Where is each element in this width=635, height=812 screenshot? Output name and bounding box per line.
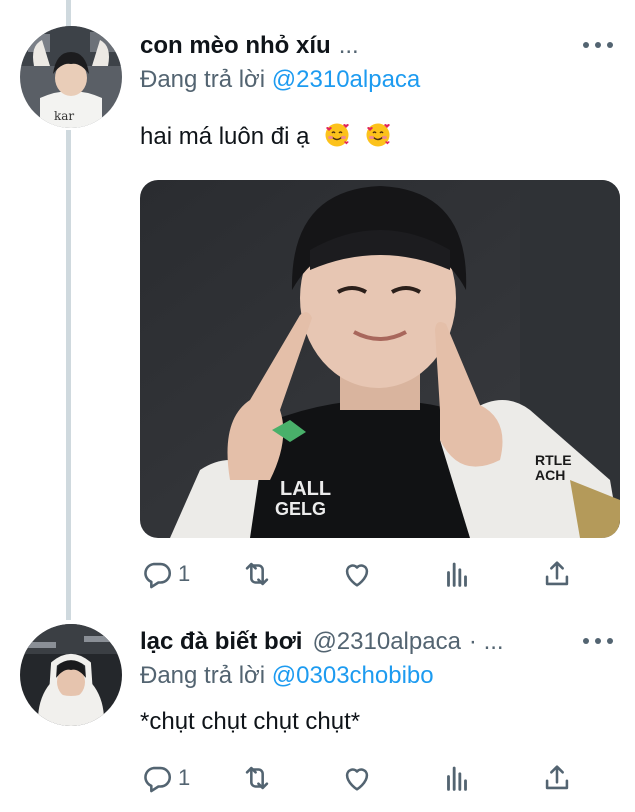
- smiling-face-with-hearts-icon: [366, 123, 390, 147]
- retweet-icon: [245, 562, 269, 586]
- share-icon: [545, 765, 569, 790]
- retweet-icon: [245, 766, 269, 790]
- reply-button[interactable]: 1: [140, 760, 190, 796]
- tweet-header: lạc đà biết bơi @2310alpaca · ...: [140, 626, 615, 658]
- svg-text:RTLE: RTLE: [535, 452, 572, 468]
- like-icon: [345, 564, 369, 587]
- more-icon[interactable]: [583, 32, 613, 58]
- reply-count: 1: [178, 765, 191, 790]
- like-icon: [345, 768, 369, 791]
- photo-person-pointing-cheeks: LALL GELG RTLE ACH: [140, 180, 620, 538]
- svg-text:ACH: ACH: [535, 467, 565, 483]
- replying-prefix: Đang trả lời: [140, 66, 266, 93]
- share-button[interactable]: [540, 556, 574, 592]
- reply-icon: [144, 562, 172, 589]
- reply-button[interactable]: 1: [140, 556, 190, 592]
- avatar[interactable]: [20, 624, 122, 726]
- analytics-button[interactable]: [440, 760, 474, 796]
- replying-to: Đang trả lời @0303chobibo: [140, 662, 434, 690]
- tweet[interactable]: lạc đà biết bơi @2310alpaca · ... Đang t…: [0, 620, 635, 812]
- tweet-header: con mèo nhỏ xíu ...: [140, 30, 615, 62]
- like-button[interactable]: [340, 760, 374, 796]
- avatar-photo: kar: [20, 26, 122, 128]
- tweet[interactable]: kar con mèo nhỏ xíu ... Đang trả lời @23…: [0, 0, 635, 600]
- replying-to: Đang trả lời @2310alpaca: [140, 66, 420, 94]
- analytics-button[interactable]: [440, 556, 474, 592]
- replying-to-mention[interactable]: @0303chobibo: [272, 662, 434, 689]
- tweet-media-photo[interactable]: LALL GELG RTLE ACH: [140, 180, 620, 538]
- reply-count: 1: [178, 561, 191, 586]
- tweet-actions: 1: [140, 556, 580, 592]
- more-icon[interactable]: [583, 628, 613, 654]
- tweet-text-content: *chụt chụt chụt chụt*: [140, 708, 361, 735]
- display-name[interactable]: lạc đà biết bơi: [140, 628, 302, 656]
- user-handle[interactable]: @2310alpaca: [312, 628, 460, 656]
- svg-text:kar: kar: [54, 109, 74, 123]
- tweet-actions: 1: [140, 760, 580, 796]
- avatar[interactable]: kar: [20, 26, 122, 128]
- like-button[interactable]: [340, 556, 374, 592]
- replying-prefix: Đang trả lời: [140, 662, 266, 689]
- svg-text:LALL: LALL: [280, 478, 331, 500]
- svg-text:GELG: GELG: [275, 499, 326, 519]
- analytics-icon: [447, 562, 467, 587]
- reply-icon: [144, 766, 172, 793]
- share-button[interactable]: [540, 760, 574, 796]
- tweet-text: *chụt chụt chụt chụt*: [140, 708, 360, 736]
- share-icon: [545, 561, 569, 586]
- avatar-photo: [20, 624, 122, 726]
- retweet-button[interactable]: [240, 760, 274, 796]
- tweet-text: hai má luôn đi ạ: [140, 122, 391, 151]
- replying-to-mention[interactable]: @2310alpaca: [272, 66, 420, 93]
- header-ellipsis: · ...: [468, 628, 504, 655]
- header-ellipsis: ...: [338, 32, 359, 59]
- analytics-icon: [447, 766, 467, 791]
- tweet-text-content: hai má luôn đi ạ: [140, 123, 310, 150]
- display-name[interactable]: con mèo nhỏ xíu: [140, 32, 331, 60]
- smiling-face-with-hearts-icon: [325, 123, 350, 147]
- retweet-button[interactable]: [240, 556, 274, 592]
